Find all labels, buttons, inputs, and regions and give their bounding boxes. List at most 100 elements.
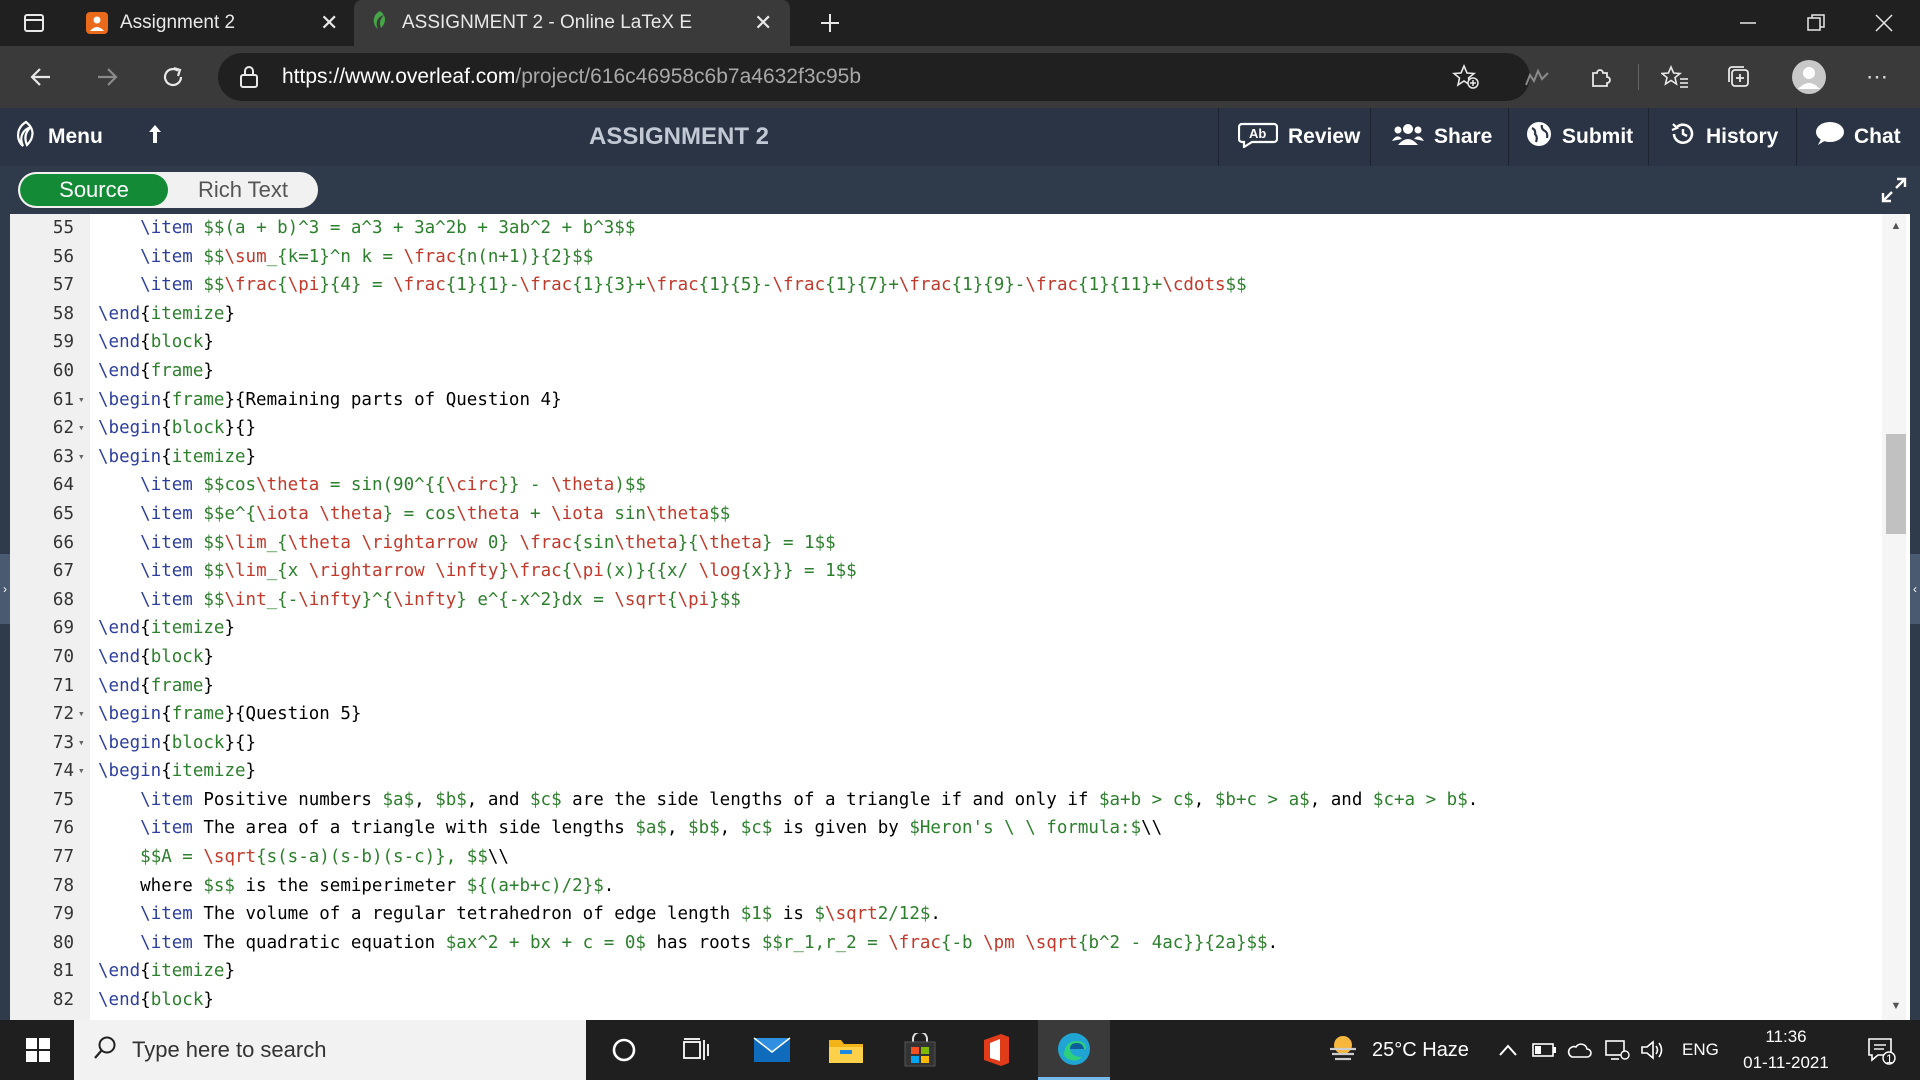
code-text: \item $$e^{\iota \theta} = cos\theta + \… <box>140 503 731 524</box>
code-line[interactable]: 73 ▾ \begin{block}{} <box>10 729 1880 758</box>
code-line[interactable]: 71 \end{frame} <box>10 672 1880 701</box>
code-line[interactable]: 68 \item $$\int_{-\infty}^{\infty} e^{-x… <box>10 586 1880 615</box>
favorite-add-icon[interactable] <box>1451 63 1480 96</box>
fold-caret-icon[interactable]: ▾ <box>78 443 85 472</box>
browser-tab-assignment[interactable]: Assignment 2 ✕ <box>72 0 348 46</box>
tab-title: ASSIGNMENT 2 - Online LaTeX E <box>402 12 693 33</box>
code-line[interactable]: 60 \end{frame} <box>10 357 1880 386</box>
minimize-icon[interactable] <box>1716 0 1780 46</box>
battery-icon[interactable] <box>1532 1020 1558 1080</box>
code-line[interactable]: 58 \end{itemize} <box>10 300 1880 329</box>
code-line[interactable]: 76 \item The area of a triangle with sid… <box>10 814 1880 843</box>
favorites-icon[interactable] <box>1656 58 1694 96</box>
code-line[interactable]: 65 \item $$e^{\iota \theta} = cos\theta … <box>10 500 1880 529</box>
close-window-icon[interactable] <box>1852 0 1916 46</box>
share-button[interactable]: Share <box>1392 108 1492 166</box>
office-icon[interactable] <box>962 1020 1030 1080</box>
source-mode-button[interactable]: Source <box>20 174 168 206</box>
volume-icon[interactable] <box>1640 1020 1666 1080</box>
more-options-icon[interactable]: ⋯ <box>1858 58 1896 96</box>
line-number: 61 <box>52 389 74 410</box>
microsoft-store-icon[interactable] <box>886 1020 954 1080</box>
code-editor[interactable]: › 55 \item $$(a + b)^3 = a^3 + 3a^2b + 3… <box>0 214 1920 1020</box>
editor-scrollbar-thumb[interactable] <box>1886 434 1906 534</box>
code-line[interactable]: 56 \item $$\sum_{k=1}^n k = \frac{n(n+1)… <box>10 243 1880 272</box>
code-line[interactable]: 69 \end{itemize} <box>10 614 1880 643</box>
code-line[interactable]: 81 \end{itemize} <box>10 957 1880 986</box>
windows-start-icon[interactable] <box>4 1020 72 1080</box>
profile-avatar[interactable] <box>1788 56 1830 98</box>
line-number: 79 <box>52 904 74 925</box>
share-label: Share <box>1434 125 1493 148</box>
extension-chart-icon[interactable] <box>1518 58 1556 96</box>
code-line[interactable]: 64 \item $$cos\theta = sin(90^{{\circ}} … <box>10 471 1880 500</box>
close-tab-icon[interactable]: ✕ <box>320 10 338 36</box>
chat-button[interactable]: Chat <box>1814 108 1901 166</box>
fold-caret-icon[interactable]: ▾ <box>78 757 85 786</box>
network-icon[interactable] <box>1604 1020 1630 1080</box>
file-explorer-icon[interactable] <box>812 1020 880 1080</box>
submit-button[interactable]: Submit <box>1526 108 1633 166</box>
code-line[interactable]: 79 \item The volume of a regular tetrahe… <box>10 900 1880 929</box>
mail-icon[interactable] <box>738 1020 806 1080</box>
code-line[interactable]: 80 \item The quadratic equation $ax^2 + … <box>10 929 1880 958</box>
review-button[interactable]: Ab Review <box>1237 108 1360 166</box>
task-view-icon[interactable] <box>662 1020 730 1080</box>
tab-actions-icon[interactable] <box>4 0 64 46</box>
code-line[interactable]: 72 ▾ \begin{frame}{Question 5} <box>10 700 1880 729</box>
search-icon <box>92 1035 118 1066</box>
onedrive-cloud-icon[interactable] <box>1566 1020 1592 1080</box>
code-line[interactable]: 67 \item $$\lim_{x \rightarrow \infty}\f… <box>10 557 1880 586</box>
back-icon[interactable] <box>20 56 62 98</box>
code-line[interactable]: 70 \end{block} <box>10 643 1880 672</box>
code-lines: 55 \item $$(a + b)^3 = a^3 + 3a^2b + 3ab… <box>10 214 1880 1015</box>
forward-icon[interactable] <box>86 56 128 98</box>
line-number: 75 <box>52 789 74 810</box>
weather-widget[interactable]: 25°C Haze <box>1326 1020 1469 1080</box>
clock[interactable]: 11:36 01-11-2021 <box>1734 1020 1838 1080</box>
edge-browser-icon[interactable] <box>1038 1020 1110 1080</box>
code-line[interactable]: 55 \item $$(a + b)^3 = a^3 + 3a^2b + 3ab… <box>10 214 1880 243</box>
code-text: \begin{block}{} <box>98 418 257 439</box>
code-line[interactable]: 63 ▾ \begin{itemize} <box>10 443 1880 472</box>
rich-text-mode-button[interactable]: Rich Text <box>168 174 316 206</box>
language-indicator[interactable]: ENG <box>1682 1020 1719 1080</box>
collections-icon[interactable] <box>1720 58 1758 96</box>
address-field[interactable]: https://www.overleaf.com/project/616c469… <box>218 53 1530 101</box>
new-tab-icon[interactable] <box>798 0 862 46</box>
chat-label: Chat <box>1854 125 1901 148</box>
close-tab-icon[interactable]: ✕ <box>754 10 772 36</box>
code-line[interactable]: 78 where $s$ is the semiperimeter ${(a+b… <box>10 872 1880 901</box>
code-line[interactable]: 77 $$A = \sqrt{s(s-a)(s-b)(s-c)}, $$\\ <box>10 843 1880 872</box>
globe-icon <box>1526 121 1552 153</box>
code-line[interactable]: 75 \item Positive numbers $a$, $b$, and … <box>10 786 1880 815</box>
restore-icon[interactable] <box>1784 0 1848 46</box>
expand-file-tree-icon[interactable]: › <box>0 554 10 624</box>
code-line[interactable]: 66 \item $$\lim_{\theta \rightarrow 0} \… <box>10 529 1880 558</box>
line-number: 64 <box>52 475 74 496</box>
fold-caret-icon[interactable]: ▾ <box>78 386 85 415</box>
code-line[interactable]: 61 ▾ \begin{frame}{Remaining parts of Ques… <box>10 386 1880 415</box>
code-line[interactable]: 62 ▾ \begin{block}{} <box>10 414 1880 443</box>
code-line[interactable]: 82 \end{block} <box>10 986 1880 1015</box>
fold-caret-icon[interactable]: ▾ <box>78 729 85 758</box>
overleaf-leaf-icon <box>370 9 390 37</box>
expand-editor-icon[interactable] <box>1880 176 1908 204</box>
scroll-down-icon[interactable]: ▼ <box>1886 1000 1906 1014</box>
show-hidden-icons-icon[interactable] <box>1498 1020 1518 1080</box>
code-line[interactable]: 74 ▾ \begin{itemize} <box>10 757 1880 786</box>
extensions-icon[interactable] <box>1582 58 1620 96</box>
history-button[interactable]: History <box>1670 108 1778 166</box>
cortana-icon[interactable] <box>590 1020 658 1080</box>
expand-pdf-preview-icon[interactable]: ‹ <box>1910 554 1920 624</box>
browser-tab-overleaf[interactable]: ASSIGNMENT 2 - Online LaTeX E ✕ <box>354 0 790 46</box>
notification-center-icon[interactable]: 1 <box>1856 1020 1906 1080</box>
reload-icon[interactable] <box>152 56 194 98</box>
editor-scrollbar[interactable] <box>1882 214 1906 1020</box>
taskbar-search-box[interactable]: Type here to search <box>74 1020 586 1080</box>
code-line[interactable]: 57 \item $$\frac{\pi}{4} = \frac{1}{1}-\… <box>10 271 1880 300</box>
scroll-up-icon[interactable]: ▲ <box>1886 220 1906 234</box>
code-line[interactable]: 59 \end{block} <box>10 328 1880 357</box>
fold-caret-icon[interactable]: ▾ <box>78 414 85 443</box>
fold-caret-icon[interactable]: ▾ <box>78 700 85 729</box>
